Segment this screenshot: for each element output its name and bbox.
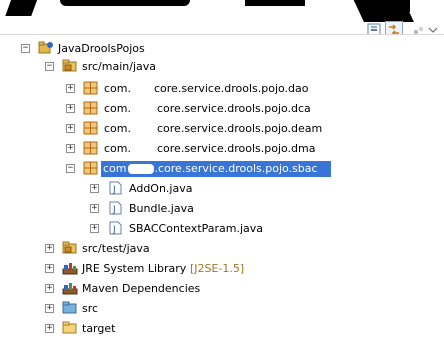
- svg-text:J: J: [112, 205, 116, 215]
- link-with-editor-button[interactable]: [385, 21, 403, 34]
- collapse-all-icon: [367, 23, 381, 34]
- package-suffix: core.service.drools.pojo.dao: [154, 82, 309, 95]
- expand-toggle[interactable]: +: [45, 304, 54, 313]
- cropped-header: [0, 0, 444, 34]
- package-prefix: com: [103, 162, 127, 175]
- dropdown-icon: [428, 27, 438, 33]
- jre-decoration: [J2SE-1.5]: [190, 262, 245, 275]
- java-file-icon: J: [109, 181, 122, 195]
- package-prefix: com.: [104, 122, 131, 135]
- cropped-shape-1: [5, 0, 41, 16]
- java-file-icon: J: [109, 201, 122, 215]
- java-file-icon: J: [109, 221, 122, 235]
- toolbar-separator: [0, 34, 444, 35]
- expand-toggle[interactable]: +: [45, 244, 54, 253]
- expand-toggle[interactable]: +: [66, 84, 75, 93]
- expand-toggle[interactable]: +: [45, 324, 54, 333]
- expand-toggle[interactable]: +: [90, 224, 99, 233]
- file-label: AddOn.java: [129, 182, 193, 195]
- package-suffix: core.service.drools.pojo.dma: [157, 142, 316, 155]
- folder-icon: [62, 301, 77, 314]
- cropped-shape-2: [60, 0, 190, 6]
- expand-toggle[interactable]: +: [66, 144, 75, 153]
- package-icon: [83, 81, 98, 95]
- maven-label: Maven Dependencies: [82, 282, 201, 295]
- package-suffix: core.service.drools.pojo.dca: [157, 102, 311, 115]
- source-folder-icon: [62, 59, 77, 72]
- collapse-toggle[interactable]: −: [45, 62, 54, 71]
- file-label: Bundle.java: [129, 202, 194, 215]
- expand-toggle[interactable]: +: [66, 104, 75, 113]
- library-icon: [62, 283, 78, 295]
- expand-toggle[interactable]: +: [90, 184, 99, 193]
- target-label: target: [82, 322, 116, 335]
- java-project-icon: [38, 41, 53, 54]
- src-test-label: src/test/java: [82, 242, 150, 255]
- src-main-label: src/main/java: [82, 60, 157, 73]
- package-prefix: com.: [104, 102, 131, 115]
- package-suffix: .core.service.drools.pojo.sbac: [154, 162, 318, 175]
- package-suffix: core.service.drools.pojo.deam: [157, 122, 323, 135]
- package-icon: [83, 101, 98, 115]
- dropdown-button[interactable]: [426, 21, 440, 34]
- source-folder-icon: [62, 241, 77, 254]
- folder-icon: [62, 321, 77, 334]
- expand-toggle[interactable]: +: [66, 124, 75, 133]
- svg-text:J: J: [112, 225, 116, 235]
- cropped-shape-5: [398, 0, 410, 12]
- expand-toggle[interactable]: +: [45, 264, 54, 273]
- package-icon: [83, 161, 98, 175]
- collapse-toggle[interactable]: −: [21, 44, 30, 53]
- package-icon: [83, 141, 98, 155]
- package-prefix: com.: [104, 82, 131, 95]
- project-label: JavaDroolsPojos: [58, 42, 145, 55]
- expand-toggle[interactable]: +: [45, 284, 54, 293]
- collapse-all-button[interactable]: [365, 21, 383, 34]
- cropped-shape-3: [245, 0, 305, 6]
- package-prefix: com.: [104, 142, 131, 155]
- package-icon: [83, 121, 98, 135]
- expand-toggle[interactable]: +: [90, 204, 99, 213]
- src-label: src: [82, 302, 99, 315]
- svg-text:J: J: [112, 185, 116, 195]
- collapse-toggle[interactable]: −: [66, 164, 75, 173]
- redacted-segment: [127, 164, 154, 174]
- library-icon: [62, 263, 78, 275]
- link-with-editor-icon: [389, 24, 399, 34]
- view-menu-icon: [413, 26, 424, 34]
- jre-label: JRE System Library: [82, 262, 187, 275]
- selected-package-label[interactable]: com .core.service.drools.pojo.sbac: [101, 161, 331, 177]
- file-label: SBACContextParam.java: [129, 222, 264, 235]
